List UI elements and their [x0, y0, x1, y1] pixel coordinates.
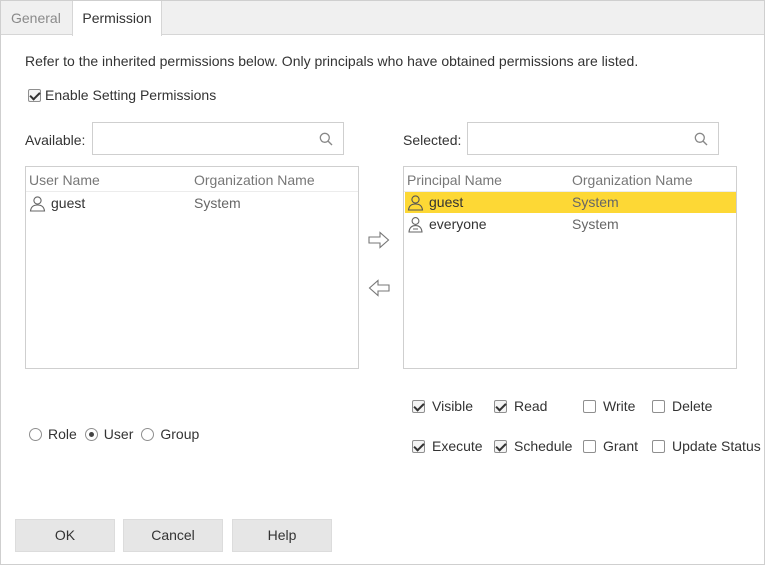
- perm-write-label: Write: [603, 398, 636, 414]
- radio-user-label: User: [103, 426, 134, 442]
- help-button[interactable]: Help: [232, 519, 332, 552]
- column-user-name: User Name: [29, 172, 100, 188]
- selected-search[interactable]: [467, 122, 719, 155]
- list-item-selected[interactable]: guest System: [405, 192, 736, 213]
- perm-execute-checkbox[interactable]: [412, 439, 425, 453]
- list-item[interactable]: guest System: [27, 193, 358, 214]
- radio-group-button[interactable]: [141, 427, 155, 441]
- list-item[interactable]: everyone System: [405, 214, 736, 235]
- available-label: Available:: [25, 132, 86, 148]
- perm-write[interactable]: Write: [583, 398, 635, 414]
- perm-schedule-label: Schedule: [514, 438, 573, 454]
- permission-dialog: General Permission Refer to the inherite…: [0, 0, 765, 565]
- tab-permission[interactable]: Permission: [72, 1, 162, 36]
- tab-general[interactable]: General: [1, 1, 71, 35]
- radio-user-button[interactable]: [84, 427, 98, 441]
- ok-button[interactable]: OK: [15, 519, 115, 552]
- principal-type-radio-group: Role User Group: [29, 426, 207, 442]
- radio-user[interactable]: User: [84, 426, 134, 442]
- user-icon: [29, 196, 46, 212]
- perm-execute-label: Execute: [432, 438, 483, 454]
- perm-visible-checkbox[interactable]: [412, 399, 425, 413]
- search-icon[interactable]: [319, 132, 333, 146]
- add-arrow-icon[interactable]: [368, 231, 390, 249]
- perm-delete[interactable]: Delete: [652, 398, 712, 414]
- perm-read-label: Read: [514, 398, 548, 414]
- available-search-input[interactable]: [93, 123, 343, 154]
- perm-write-checkbox[interactable]: [583, 399, 596, 413]
- available-search[interactable]: [92, 122, 344, 155]
- perm-grant-label: Grant: [603, 438, 639, 454]
- radio-role-label: Role: [48, 426, 77, 442]
- perm-schedule-checkbox[interactable]: [494, 439, 507, 453]
- column-principal-name: Principal Name: [407, 172, 502, 188]
- list-item-name: guest: [429, 194, 464, 210]
- enable-setting-label: Enable Setting Permissions: [45, 87, 217, 103]
- radio-role[interactable]: Role: [29, 426, 77, 442]
- radio-group[interactable]: Group: [141, 426, 199, 442]
- available-list-header: User Name Organization Name: [26, 167, 358, 192]
- perm-update-status[interactable]: Update Status: [652, 438, 761, 454]
- list-item-org: System: [194, 195, 241, 211]
- tab-bar: General Permission: [1, 1, 764, 36]
- perm-update-status-label: Update Status: [672, 438, 761, 454]
- list-item-name: guest: [51, 195, 86, 211]
- user-icon: [407, 195, 424, 211]
- selected-label: Selected:: [403, 132, 462, 148]
- list-item-org: System: [572, 216, 619, 232]
- column-organization-name: Organization Name: [194, 172, 315, 188]
- perm-delete-label: Delete: [672, 398, 713, 414]
- enable-setting-permissions[interactable]: Enable Setting Permissions: [28, 87, 216, 103]
- perm-schedule[interactable]: Schedule: [494, 438, 572, 454]
- selected-list[interactable]: Principal Name Organization Name guest S…: [403, 166, 737, 369]
- perm-visible[interactable]: Visible: [412, 398, 473, 414]
- available-list[interactable]: User Name Organization Name guest System: [25, 166, 359, 369]
- perm-grant-checkbox[interactable]: [583, 439, 596, 453]
- list-item-name: everyone: [429, 216, 487, 232]
- cancel-button[interactable]: Cancel: [123, 519, 223, 552]
- perm-execute[interactable]: Execute: [412, 438, 483, 454]
- radio-role-button[interactable]: [29, 427, 42, 441]
- search-icon[interactable]: [694, 132, 708, 146]
- perm-visible-label: Visible: [432, 398, 473, 414]
- remove-arrow-icon[interactable]: [368, 279, 390, 297]
- enable-setting-checkbox[interactable]: [28, 88, 41, 102]
- perm-update-status-checkbox[interactable]: [652, 439, 665, 453]
- selected-list-header: Principal Name Organization Name: [404, 167, 736, 192]
- everyone-icon: [408, 217, 423, 233]
- column-organization-name: Organization Name: [572, 172, 693, 188]
- perm-read-checkbox[interactable]: [494, 399, 507, 413]
- selected-search-input[interactable]: [468, 123, 718, 154]
- perm-read[interactable]: Read: [494, 398, 547, 414]
- perm-delete-checkbox[interactable]: [652, 399, 665, 413]
- intro-text: Refer to the inherited permissions below…: [25, 53, 639, 69]
- radio-group-label: Group: [160, 426, 200, 442]
- perm-grant[interactable]: Grant: [583, 438, 638, 454]
- list-item-org: System: [572, 194, 619, 210]
